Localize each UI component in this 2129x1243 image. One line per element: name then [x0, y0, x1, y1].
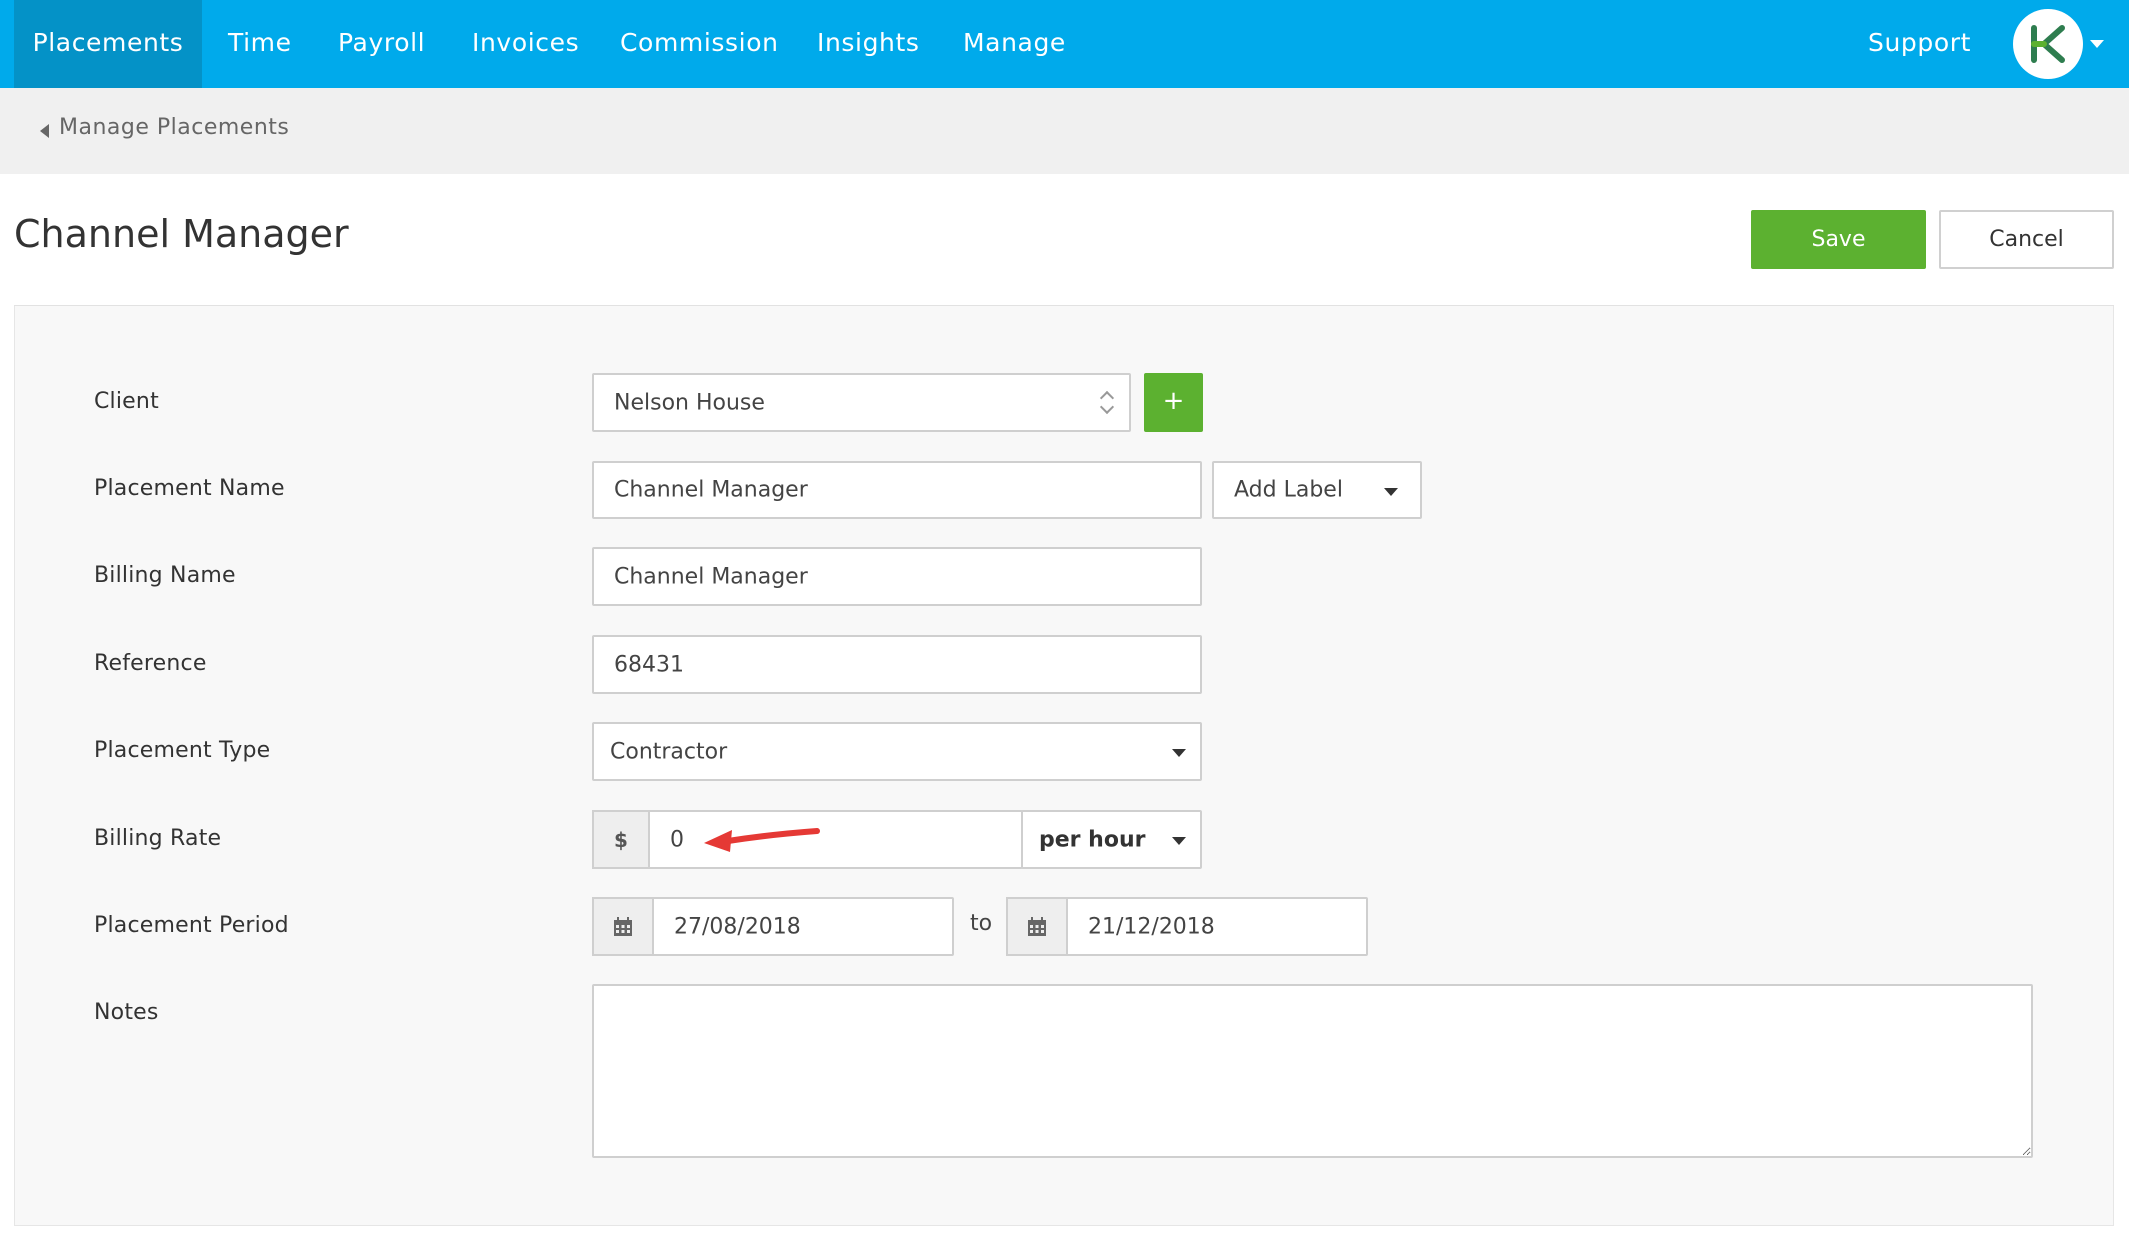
reference-value: 68431: [614, 652, 684, 677]
client-select[interactable]: Nelson House: [592, 373, 1131, 432]
add-client-button[interactable]: +: [1144, 373, 1203, 432]
account-menu-caret-icon[interactable]: [2090, 40, 2104, 48]
breadcrumb-bar: Manage Placements: [0, 88, 2129, 174]
rate-unit-value: per hour: [1039, 827, 1146, 852]
annotation-arrow-icon: [704, 828, 820, 852]
reference-input[interactable]: 68431: [592, 635, 1202, 694]
page-title: Channel Manager: [14, 212, 349, 256]
billing-name-label: Billing Name: [94, 563, 236, 588]
billing-name-input[interactable]: Channel Manager: [592, 547, 1202, 606]
brand-logo-icon: [2031, 25, 2065, 63]
nav-manage[interactable]: Manage: [963, 0, 1066, 88]
nav-support[interactable]: Support: [1868, 0, 1971, 88]
placement-type-select[interactable]: Contractor: [592, 722, 1202, 781]
calendar-icon: [614, 916, 632, 936]
placement-period-label: Placement Period: [94, 913, 289, 938]
client-value: Nelson House: [614, 390, 765, 415]
nav-time[interactable]: Time: [228, 0, 292, 88]
nav-commission[interactable]: Commission: [620, 0, 779, 88]
chevron-down-icon: [1172, 837, 1186, 845]
cancel-button[interactable]: Cancel: [1939, 210, 2114, 269]
nav-payroll[interactable]: Payroll: [338, 0, 425, 88]
reference-label: Reference: [94, 651, 207, 676]
end-date-input[interactable]: 21/12/2018: [1066, 897, 1368, 956]
add-label-dropdown[interactable]: Add Label: [1212, 461, 1422, 519]
billing-rate-value: 0: [670, 827, 684, 852]
rate-unit-select[interactable]: per hour: [1021, 810, 1202, 869]
placement-type-value: Contractor: [610, 739, 728, 764]
billing-name-value: Channel Manager: [614, 564, 808, 589]
currency-symbol: $: [614, 827, 628, 852]
calendar-icon: [1028, 916, 1046, 936]
end-date-value: 21/12/2018: [1088, 914, 1215, 939]
end-date-calendar-button[interactable]: [1006, 897, 1068, 956]
placement-name-value: Channel Manager: [614, 477, 808, 503]
nav-placements[interactable]: Placements: [14, 0, 202, 88]
chevron-down-icon: [1384, 488, 1398, 496]
placement-name-input[interactable]: Channel Manager: [592, 461, 1202, 519]
notes-textarea[interactable]: [592, 984, 2033, 1158]
sort-down-icon: [1099, 399, 1115, 415]
client-label: Client: [94, 389, 159, 414]
start-date-input[interactable]: 27/08/2018: [652, 897, 954, 956]
top-nav: Placements Time Payroll Invoices Commiss…: [0, 0, 2129, 88]
user-avatar[interactable]: [2013, 9, 2083, 79]
currency-addon: $: [592, 810, 650, 869]
placement-name-label: Placement Name: [94, 476, 285, 501]
billing-rate-label: Billing Rate: [94, 826, 222, 851]
add-label-text: Add Label: [1234, 477, 1343, 503]
nav-insights[interactable]: Insights: [817, 0, 920, 88]
chevron-down-icon: [1172, 749, 1186, 757]
save-button[interactable]: Save: [1751, 210, 1926, 269]
notes-label: Notes: [94, 1000, 159, 1025]
chevron-left-icon: [40, 124, 49, 138]
nav-invoices[interactable]: Invoices: [472, 0, 579, 88]
placement-type-label: Placement Type: [94, 738, 271, 763]
start-date-calendar-button[interactable]: [592, 897, 654, 956]
start-date-value: 27/08/2018: [674, 914, 801, 939]
breadcrumb-link-manage-placements[interactable]: Manage Placements: [59, 115, 289, 140]
date-range-separator: to: [970, 911, 993, 936]
